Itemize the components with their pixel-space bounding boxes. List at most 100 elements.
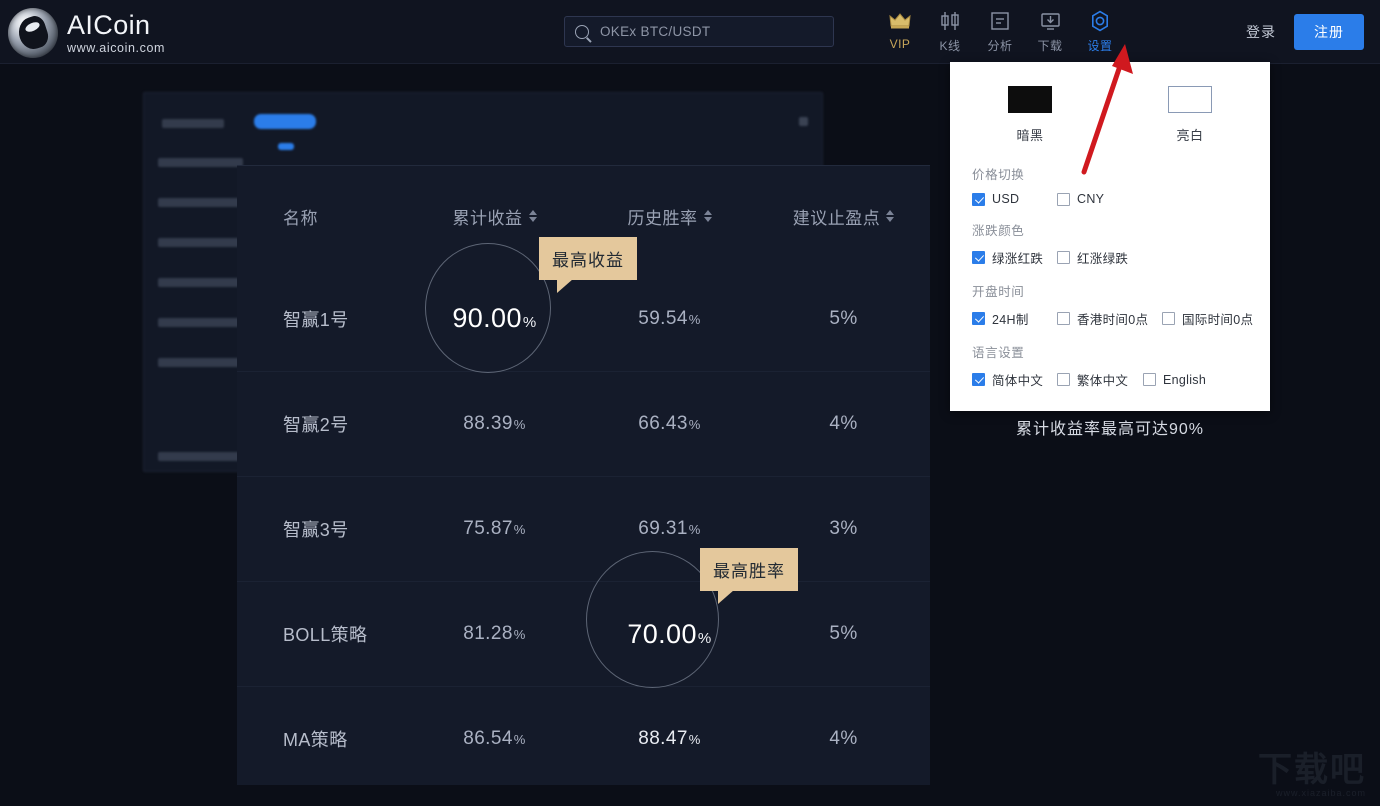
option-24h[interactable]: 24H制: [972, 309, 1057, 328]
theme-swatch-light-icon: [1168, 86, 1212, 113]
nav-label: 下载: [1037, 39, 1063, 53]
checkbox-icon[interactable]: [1143, 373, 1156, 386]
option-green-up-red-down[interactable]: 绿涨红跌: [972, 248, 1057, 267]
checkbox-icon[interactable]: [1162, 312, 1175, 325]
search-input[interactable]: OKEx BTC/USDT: [600, 24, 710, 39]
brand-url: www.aicoin.com: [67, 40, 166, 55]
option-label: 国际时间0点: [1182, 313, 1254, 327]
gear-icon: [1089, 10, 1111, 32]
checkbox-icon[interactable]: [1057, 251, 1070, 264]
cell-cumulative-return: 88.39%: [463, 413, 526, 434]
cell-take-profit: 4%: [829, 413, 858, 434]
main-nav: VIP K线 分析 下载 设置: [875, 4, 1125, 60]
nav-label: 分析: [987, 39, 1013, 53]
tooltip-highest-winrate: 最高胜率: [700, 548, 798, 604]
column-header-return[interactable]: 累计收益: [407, 204, 582, 229]
sort-arrows-icon[interactable]: [886, 210, 895, 222]
checkbox-icon[interactable]: [1057, 192, 1070, 206]
checkbox-icon[interactable]: [972, 312, 985, 325]
skeleton-bar: [158, 198, 243, 207]
cell-take-profit: 3%: [829, 518, 858, 539]
theme-swatch-dark-icon: [1008, 86, 1052, 113]
brand-name: AICoin: [67, 9, 151, 40]
table-row[interactable]: BOLL策略 81.28% 70.00% 5%: [237, 581, 930, 686]
nav-item-download[interactable]: 下载: [1025, 4, 1075, 58]
cell-take-profit: 5%: [829, 307, 858, 329]
option-label: 红涨绿跌: [1077, 252, 1129, 266]
option-label: 简体中文: [992, 374, 1044, 388]
table-row[interactable]: 智赢3号 75.87% 69.31% 3%: [237, 476, 930, 581]
column-header-label: 累计收益: [452, 208, 523, 228]
option-red-up-green-down[interactable]: 红涨绿跌: [1057, 248, 1128, 267]
checkbox-icon[interactable]: [1057, 312, 1070, 325]
option-simplified-chinese[interactable]: 简体中文: [972, 370, 1057, 389]
checkbox-icon[interactable]: [1057, 373, 1070, 386]
candlestick-icon: [939, 10, 961, 32]
checkbox-icon[interactable]: [972, 192, 985, 206]
section-title: 语言设置: [972, 346, 1025, 360]
search-box[interactable]: OKEx BTC/USDT: [564, 16, 834, 47]
option-english[interactable]: English: [1143, 373, 1206, 387]
cell-take-profit: 4%: [829, 728, 858, 749]
option-intl-time[interactable]: 国际时间0点: [1162, 309, 1253, 328]
cell-strategy-name: 智赢2号: [283, 415, 349, 435]
option-label: 绿涨红跌: [992, 252, 1044, 266]
skeleton-bar: [158, 452, 243, 461]
option-label: 24H制: [992, 313, 1029, 327]
tooltip-highest-return: 最高收益: [539, 237, 637, 293]
section-language: 语言设置 简体中文 繁体中文 English: [950, 342, 1270, 389]
column-header-label: 名称: [283, 208, 318, 228]
panel-caption: 累计收益率最高可达90%: [1015, 421, 1205, 438]
crown-icon: [889, 10, 911, 32]
option-label: USD: [992, 192, 1020, 206]
section-price-unit: 价格切换 USD CNY: [950, 164, 1270, 206]
cell-cumulative-return: 86.54%: [463, 728, 526, 749]
column-header-takeprofit[interactable]: 建议止盈点: [757, 204, 930, 229]
section-open-time: 开盘时间 24H制 香港时间0点 国际时间0点: [950, 281, 1270, 328]
checkbox-icon[interactable]: [972, 373, 985, 386]
section-title: 开盘时间: [972, 285, 1025, 299]
skeleton-menu-dot: [799, 117, 808, 126]
login-button[interactable]: 登录: [1246, 22, 1276, 42]
cell-win-rate: 70.00%: [627, 618, 712, 649]
register-button[interactable]: 注册: [1294, 14, 1364, 50]
nav-item-settings[interactable]: 设置: [1075, 4, 1125, 58]
option-hk-time[interactable]: 香港时间0点: [1057, 309, 1162, 328]
nav-item-analysis[interactable]: 分析: [975, 4, 1025, 58]
table-row[interactable]: MA策略 86.54% 88.47% 4%: [237, 686, 930, 785]
theme-option-dark[interactable]: 暗黑: [950, 86, 1110, 144]
table-row[interactable]: 智赢2号 88.39% 66.43% 4%: [237, 371, 930, 476]
skeleton-bar: [158, 358, 243, 367]
search-icon: [575, 24, 589, 39]
option-cny[interactable]: CNY: [1057, 192, 1104, 206]
skeleton-bar: [158, 278, 243, 287]
sort-arrows-icon[interactable]: [528, 210, 537, 222]
auth-actions: 登录 注册: [1246, 14, 1364, 50]
brand-logo[interactable]: AICoin www.aicoin.com: [8, 6, 258, 60]
cell-cumulative-return: 90.00%: [452, 303, 537, 333]
cell-strategy-name: BOLL策略: [283, 625, 368, 645]
column-header-winrate[interactable]: 历史胜率: [582, 204, 757, 229]
option-label: CNY: [1077, 192, 1105, 206]
nav-item-kline[interactable]: K线: [925, 4, 975, 58]
watermark-text: 下载吧: [1258, 751, 1366, 789]
section-title: 价格切换: [972, 168, 1025, 182]
cell-cumulative-return: 81.28%: [463, 623, 526, 644]
cell-take-profit: 5%: [829, 623, 858, 644]
table-row[interactable]: 智赢1号 90.00% 59.54% 5%: [237, 266, 930, 371]
cell-win-rate: 69.31%: [638, 518, 701, 539]
nav-item-vip[interactable]: VIP: [875, 4, 925, 58]
watermark: 下载吧 www.xiazaiba.com: [1258, 753, 1366, 798]
cell-win-rate: 66.43%: [638, 413, 701, 434]
option-traditional-chinese[interactable]: 繁体中文: [1057, 370, 1143, 389]
sort-arrows-icon[interactable]: [703, 210, 712, 222]
option-usd[interactable]: USD: [972, 192, 1057, 206]
theme-option-light[interactable]: 亮白: [1110, 86, 1270, 144]
section-updown-color: 涨跌颜色 绿涨红跌 红涨绿跌: [950, 220, 1270, 267]
download-icon: [1040, 10, 1061, 32]
skeleton-bar: [162, 119, 224, 128]
watermark-url: www.xiazaiba.com: [1275, 788, 1366, 798]
cell-strategy-name: MA策略: [283, 730, 348, 750]
checkbox-icon[interactable]: [972, 251, 985, 264]
aicoin-logo-icon: [8, 8, 58, 58]
